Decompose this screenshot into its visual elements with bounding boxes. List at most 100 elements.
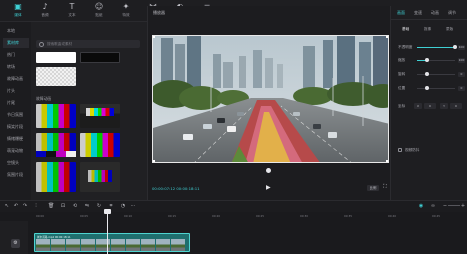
redo-icon[interactable]: ↷ <box>22 203 28 209</box>
media-thumb-white[interactable] <box>36 52 76 63</box>
zoom-in-icon[interactable]: + <box>460 203 466 209</box>
zoom-out-icon[interactable]: − <box>442 203 448 209</box>
media-thumb-glitch-2[interactable] <box>80 104 120 128</box>
ratio-button[interactable]: 比例 <box>367 185 379 191</box>
y-label: Y <box>440 103 448 109</box>
ruler-tick: 00:40 <box>388 214 397 218</box>
reverse-icon[interactable]: ⟲ <box>72 203 78 209</box>
scale-value[interactable]: 100 <box>458 58 465 63</box>
opacity-value[interactable]: 100 <box>458 45 465 50</box>
player-timecode: 00:00:07:12 00:00:18:11 <box>152 186 200 191</box>
ruler-tick: 00:05 <box>80 214 89 218</box>
search-input[interactable]: 搜索歌曲或素材 <box>36 40 140 48</box>
nav-item-funny[interactable]: 搞笑片段 <box>3 122 29 132</box>
rotation-value[interactable]: 0 <box>458 72 465 77</box>
magnet-icon[interactable]: ◉ <box>418 203 424 209</box>
track-header <box>0 221 28 254</box>
toolbar-text-label: 文本 <box>68 13 76 17</box>
select-icon[interactable]: ↖ <box>4 203 10 209</box>
clip-frame <box>36 239 50 251</box>
subtab-mask[interactable]: 蒙版 <box>446 27 453 32</box>
media-thumb-transparent[interactable] <box>36 67 76 86</box>
subtab-keying[interactable]: 抠像 <box>424 27 431 32</box>
nav-item-memes[interactable]: 情绪爆梗 <box>3 134 29 144</box>
coordinate-label: 坐标 <box>398 104 406 108</box>
scale-slider[interactable] <box>417 58 455 62</box>
rotate-handle[interactable] <box>266 168 271 173</box>
y-field[interactable]: 0 <box>450 103 462 109</box>
more-icon[interactable]: ⋯ <box>130 203 136 209</box>
clip-frame <box>111 239 125 251</box>
ruler-tick: 00:10 <box>124 214 133 218</box>
audio-icon: ♪ <box>42 2 48 11</box>
nav-item-glitch[interactable]: 故障动画 <box>3 74 29 84</box>
freeze-icon[interactable]: ⊡ <box>60 203 66 209</box>
nav-item-empty-shots[interactable]: 空镜头 <box>3 158 29 168</box>
ruler-tick: 00:35 <box>344 214 353 218</box>
position-label: 位置 <box>398 86 406 90</box>
link-icon[interactable]: ∞ <box>430 203 436 209</box>
subtab-basic[interactable]: 基础 <box>402 27 409 32</box>
mirror-icon[interactable]: ⇋ <box>84 203 90 209</box>
nav-item-transition[interactable]: 转场 <box>3 62 29 72</box>
nav-item-atmosphere[interactable]: 氛围片段 <box>3 170 29 180</box>
media-thumb-colorbars-1[interactable] <box>36 104 76 128</box>
media-thumb-glitch-6[interactable] <box>80 162 120 192</box>
speed-icon[interactable]: ◔ <box>120 203 126 209</box>
nav-item-outro[interactable]: 片尾 <box>3 98 29 108</box>
toolbar-effects-button[interactable]: ✦ 特效 <box>114 2 138 20</box>
delete-icon[interactable]: 🗑 <box>48 203 54 209</box>
media-thumb-colorbars-5[interactable] <box>36 162 76 192</box>
toolbar-sticker-button[interactable]: ☺ 贴纸 <box>87 2 111 20</box>
video-preview[interactable] <box>152 35 389 163</box>
toolbar-audio-button[interactable]: ♪ 音频 <box>33 2 57 20</box>
tab-picture[interactable]: 画面 <box>397 10 405 16</box>
cover-button[interactable]: ⚙ <box>11 239 20 248</box>
rotation-slider[interactable] <box>417 72 455 76</box>
search-icon <box>39 41 44 47</box>
nav-item-pets[interactable]: 萌宠动物 <box>3 146 29 156</box>
timeline-ruler[interactable] <box>28 212 467 221</box>
ruler-tick: 00:25 <box>256 214 265 218</box>
nav-item-intro[interactable]: 片头 <box>3 86 29 96</box>
fullscreen-icon[interactable]: ⛶ <box>383 184 389 191</box>
toolbar-text-button[interactable]: T 文本 <box>60 2 84 20</box>
position-slider[interactable] <box>417 86 455 90</box>
section-title: 故障动画 <box>36 96 52 101</box>
tab-animation[interactable]: 动画 <box>431 10 439 16</box>
undo-icon[interactable]: ↶ <box>13 203 19 209</box>
ruler-tick: 00:45 <box>432 214 441 218</box>
ruler-tick: 00:15 <box>168 214 177 218</box>
toolbar-media-button[interactable]: ▣ 媒体 <box>6 2 30 20</box>
nav-item-festival[interactable]: 节日氛围 <box>3 110 29 120</box>
rotate-icon[interactable]: ↻ <box>96 203 102 209</box>
ruler-tick: 00:30 <box>300 214 309 218</box>
position-value[interactable]: 0 <box>458 86 465 91</box>
media-thumb-black[interactable] <box>80 52 120 63</box>
playhead[interactable] <box>107 209 108 254</box>
media-thumb-colorbars-3[interactable] <box>36 133 76 157</box>
ruler-tick: 00:20 <box>212 214 221 218</box>
stabilize-label: 视频防抖 <box>405 148 420 152</box>
play-button[interactable]: ▶ <box>266 184 272 191</box>
x-field[interactable]: 0 <box>424 103 436 109</box>
timeline-toolbar <box>0 200 467 212</box>
nav-item-library[interactable]: 素材库 <box>3 38 29 48</box>
tab-adjust[interactable]: 调节 <box>448 10 456 16</box>
tab-speed[interactable]: 变速 <box>414 10 422 16</box>
clip-frame <box>66 239 80 251</box>
x-label: X <box>414 103 422 109</box>
playhead-handle[interactable] <box>104 209 111 214</box>
video-frame-image <box>153 36 388 162</box>
stabilize-checkbox[interactable] <box>398 148 402 152</box>
player-title: 播放器 <box>153 10 165 15</box>
video-clip[interactable]: 城市道路.mp4 00:00:18:11 <box>34 233 190 252</box>
sticker-icon: ☺ <box>94 2 104 11</box>
clip-frame <box>81 239 95 251</box>
media-thumb-colorbars-4[interactable] <box>80 133 120 157</box>
nav-item-local[interactable]: 本地 <box>3 26 29 36</box>
nav-item-hot[interactable]: 热门 <box>3 50 29 60</box>
zoom-slider[interactable] <box>448 205 460 206</box>
opacity-slider[interactable] <box>417 45 457 49</box>
split-icon[interactable]: ⫶ <box>33 203 39 209</box>
